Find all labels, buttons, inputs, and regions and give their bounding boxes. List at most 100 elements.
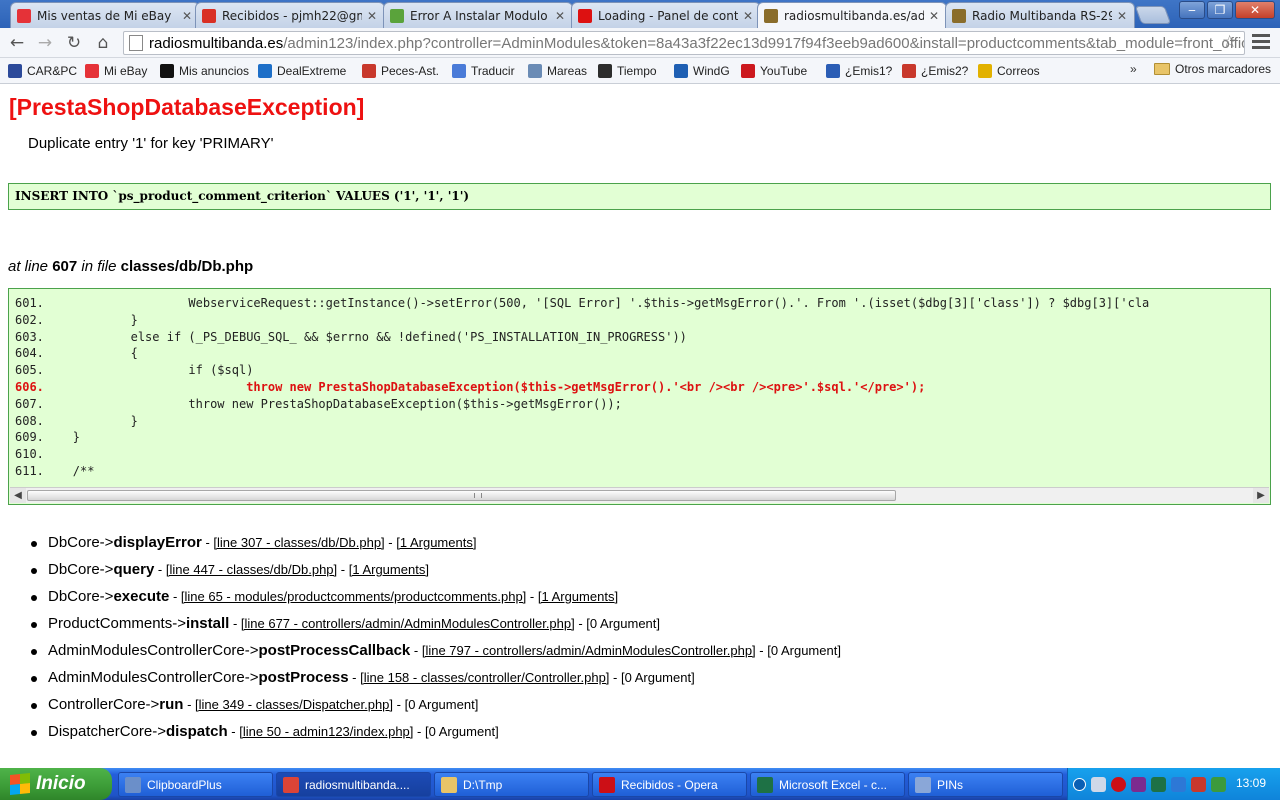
trace-method: run <box>159 696 184 713</box>
trace-method: query <box>113 561 155 578</box>
pause-icon <box>578 8 592 23</box>
trace-item: DbCore->displayError - [line 307 - class… <box>28 534 841 561</box>
close-window-button[interactable]: ✕ <box>1235 1 1275 19</box>
trace-arguments-link[interactable]: [1 Arguments] <box>349 562 429 577</box>
trace-arguments-link[interactable]: [1 Arguments] <box>396 535 476 550</box>
bookmark-item[interactable]: Mareas <box>528 62 587 80</box>
exception-message: Duplicate entry '1' for key 'PRIMARY' <box>28 135 274 152</box>
forward-arrow-icon[interactable]: → <box>34 32 56 54</box>
trace-file-link[interactable]: [line 797 - controllers/admin/AdminModul… <box>422 643 756 658</box>
bookmark-label: Correos <box>997 64 1040 78</box>
bookmark-item[interactable]: ¿Emis1? <box>826 62 892 80</box>
app-tray-icon[interactable] <box>1131 776 1146 792</box>
security-tray-icon[interactable] <box>1191 776 1206 792</box>
trace-method: execute <box>113 588 170 605</box>
browser-tab[interactable]: radiosmultibanda.es/adm ✕ <box>757 2 947 28</box>
browser-tab[interactable]: Recibidos - pjmh22@gm ✕ <box>195 2 385 28</box>
taskbar-button-label: radiosmultibanda.... <box>305 777 410 792</box>
taskbar-button[interactable]: Recibidos - Opera <box>592 772 747 797</box>
code-line: 609. } <box>15 430 81 445</box>
stack-trace: DbCore->displayError - [line 307 - class… <box>28 534 841 750</box>
volume-tray-icon[interactable] <box>1211 776 1226 792</box>
bookmark-item[interactable]: YouTube <box>741 62 807 80</box>
address-bar[interactable]: radiosmultibanda.es/admin123/index.php?c… <box>123 31 1245 55</box>
close-tab-icon[interactable]: ✕ <box>742 9 754 23</box>
tab-strip: Mis ventas de Mi eBay ✕ Recibidos - pjmh22… <box>0 0 1280 28</box>
back-arrow-icon[interactable]: ← <box>6 32 28 54</box>
taskbar-button-label: Microsoft Excel - c... <box>779 777 888 792</box>
bookmark-item[interactable]: CAR&PC <box>8 62 77 80</box>
taskbar-button[interactable]: Microsoft Excel - c... <box>750 772 905 797</box>
horizontal-scrollbar[interactable]: ◀ ▶ <box>10 487 1269 503</box>
other-bookmarks-folder[interactable]: Otros marcadores <box>1154 62 1271 76</box>
tab-title: Radio Multibanda RS-290 <box>972 8 1112 23</box>
code-line: 603. else if (_PS_DEBUG_SQL_ && $errno &… <box>15 329 687 344</box>
trace-class: ControllerCore-> <box>48 696 160 713</box>
bookmark-item[interactable]: Traducir <box>452 62 515 80</box>
bookmark-item[interactable]: Correos <box>978 62 1040 80</box>
menu-icon[interactable] <box>1252 34 1270 52</box>
tab-title: Recibidos - pjmh22@gm <box>222 8 362 23</box>
home-icon[interactable]: ⌂ <box>92 32 114 54</box>
maximize-button[interactable]: ❐ <box>1207 1 1233 19</box>
app-icon <box>915 776 931 793</box>
browser-tab[interactable]: Mis ventas de Mi eBay ✕ <box>10 2 200 28</box>
trace-file-link[interactable]: [line 50 - admin123/index.php] <box>239 724 413 739</box>
antivirus-tray-icon[interactable] <box>1171 776 1186 792</box>
trace-arguments: [0 Argument] <box>620 670 695 685</box>
browser-tab[interactable]: Error A Instalar Modulo C ✕ <box>383 2 573 28</box>
bookmark-item[interactable]: Tiempo <box>598 62 657 80</box>
taskbar-button[interactable]: ClipboardPlus <box>118 772 273 797</box>
bookmark-item[interactable]: ¿Emis2? <box>902 62 968 80</box>
code-line: 604. { <box>15 346 138 361</box>
browser-tab[interactable]: Loading - Panel de contr ✕ <box>571 2 761 28</box>
in-file-prefix: in file <box>81 258 117 275</box>
taskbar-button[interactable]: PINs <box>908 772 1063 797</box>
code-line: 610. <box>15 447 44 462</box>
translate-icon <box>452 64 466 78</box>
trace-file-link[interactable]: [line 447 - classes/db/Db.php] <box>166 562 337 577</box>
close-tab-icon[interactable]: ✕ <box>1116 9 1128 23</box>
taskbar-button-label: ClipboardPlus <box>147 777 222 792</box>
minimize-button[interactable]: ‒ <box>1179 1 1205 19</box>
trace-item: AdminModulesControllerCore->postProcessC… <box>28 642 841 669</box>
scroll-left-icon[interactable]: ◀ <box>10 488 26 503</box>
close-tab-icon[interactable]: ✕ <box>181 9 193 23</box>
bookmark-label: WindG <box>693 64 730 78</box>
network-icon[interactable] <box>1091 776 1106 792</box>
scroll-right-icon[interactable]: ▶ <box>1253 488 1269 503</box>
trace-arguments-link[interactable]: [1 Arguments] <box>538 589 618 604</box>
taskbar-button[interactable]: radiosmultibanda.... <box>276 772 431 797</box>
trace-arguments: [0 Argument] <box>767 643 841 658</box>
close-tab-icon[interactable]: ✕ <box>554 9 566 23</box>
close-tab-icon[interactable]: ✕ <box>366 9 378 23</box>
opera-tray-icon[interactable] <box>1111 776 1126 792</box>
bookmark-item[interactable]: Mis anuncios <box>160 62 249 80</box>
bookmark-label: ¿Emis2? <box>921 64 969 78</box>
bookmark-item[interactable]: Mi eBay <box>85 62 147 80</box>
bookmark-item[interactable]: DealExtreme <box>258 62 346 80</box>
bookmark-label: DealExtreme <box>277 64 347 78</box>
trace-file-link[interactable]: [line 677 - controllers/admin/AdminModul… <box>241 616 575 631</box>
taskbar-button[interactable]: D:\Tmp <box>434 772 589 797</box>
trace-class: DbCore-> <box>48 588 114 605</box>
trace-file-link[interactable]: [line 349 - classes/Dispatcher.php] <box>195 697 393 712</box>
folder-icon <box>1154 63 1170 75</box>
trace-file-link[interactable]: [line 158 - classes/controller/Controlle… <box>360 670 609 685</box>
scrollbar-thumb[interactable] <box>27 490 896 501</box>
bookmark-item[interactable]: WindG <box>674 62 730 80</box>
bookmark-item[interactable]: Peces-Ast. <box>362 62 439 80</box>
excel-tray-icon[interactable] <box>1151 776 1166 792</box>
start-button[interactable]: Inicio <box>0 768 112 800</box>
trace-file-link[interactable]: [line 307 - classes/db/Db.php] <box>213 535 384 550</box>
trace-file-link[interactable]: [line 65 - modules/productcomments/produ… <box>181 589 526 604</box>
browser-tab[interactable]: Radio Multibanda RS-290 ✕ <box>945 2 1135 28</box>
bookmark-star-icon[interactable]: ☆ <box>1222 32 1237 52</box>
bookmarks-overflow-button[interactable]: » <box>1130 62 1137 76</box>
new-tab-button[interactable] <box>1134 6 1172 24</box>
tray-expand-icon[interactable] <box>1073 777 1086 791</box>
close-tab-icon[interactable]: ✕ <box>928 9 940 23</box>
reload-icon[interactable]: ↻ <box>63 32 85 54</box>
bookmark-label: CAR&PC <box>27 64 78 78</box>
taskbar-button-label: Recibidos - Opera <box>621 777 718 792</box>
